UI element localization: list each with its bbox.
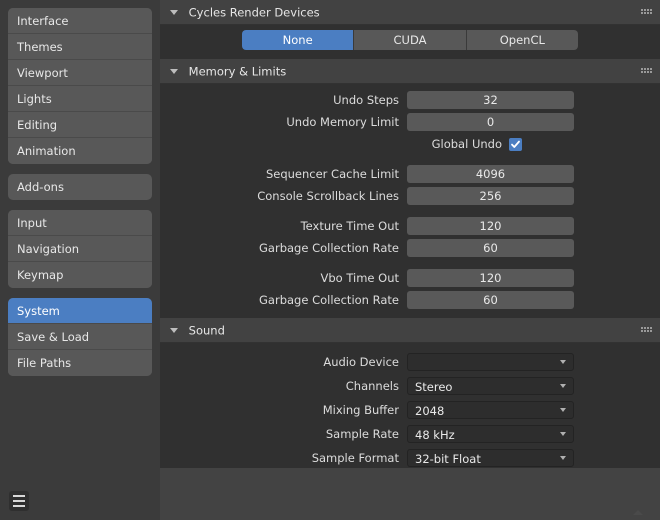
panel-header-sound[interactable]: Sound [160,318,660,343]
nav-group-system: System Save & Load File Paths [8,298,152,376]
row-sequencer-cache-limit: Sequencer Cache Limit 4096 [160,164,660,184]
panel-body-cycles: None CUDA OpenCL [160,25,660,59]
panel-body-memory: Undo Steps 32 Undo Memory Limit 0 Global… [160,84,660,318]
sidebar-item-navigation[interactable]: Navigation [8,236,152,262]
row-vbo-garbage-collection-rate: Garbage Collection Rate 60 [160,290,660,310]
sidebar-item-save-and-load[interactable]: Save & Load [8,324,152,350]
sidebar-item-input[interactable]: Input [8,210,152,236]
device-button-cuda[interactable]: CUDA [354,30,466,50]
label-undo-steps: Undo Steps [160,93,407,107]
content-footer-strip [160,468,660,520]
sidebar-item-editing[interactable]: Editing [8,112,152,138]
chevron-down-icon [560,432,567,436]
input-texture-garbage-collection-rate[interactable]: 60 [407,239,574,257]
label-channels: Channels [160,379,407,393]
chevron-down-icon [560,456,567,460]
select-channels[interactable]: Stereo [407,377,574,395]
panel-header-cycles-render-devices[interactable]: Cycles Render Devices [160,0,660,25]
row-console-scrollback-lines: Console Scrollback Lines 256 [160,186,660,206]
label-sample-format: Sample Format [160,451,407,465]
row-vbo-time-out: Vbo Time Out 120 [160,268,660,288]
label-global-undo: Global Undo [160,137,509,151]
sidebar-item-file-paths[interactable]: File Paths [8,350,152,376]
panel-title-sound: Sound [189,324,225,338]
input-texture-time-out[interactable]: 120 [407,217,574,235]
grip-dots-icon[interactable] [641,327,652,334]
label-console-scrollback-lines: Console Scrollback Lines [160,189,407,203]
preferences-sidebar: Interface Themes Viewport Lights Editing… [0,0,160,520]
render-device-toggle-group: None CUDA OpenCL [242,30,578,50]
panel-body-sound: Audio Device Channels Stereo Mixing Buff… [160,343,660,477]
chevron-down-icon [560,408,567,412]
row-channels: Channels Stereo [160,375,660,397]
preferences-window: Interface Themes Viewport Lights Editing… [0,0,660,520]
row-mixing-buffer: Mixing Buffer 2048 [160,399,660,421]
label-vbo-time-out: Vbo Time Out [160,271,407,285]
select-mixing-buffer[interactable]: 2048 [407,401,574,419]
row-sample-rate: Sample Rate 48 kHz [160,423,660,445]
label-mixing-buffer: Mixing Buffer [160,403,407,417]
select-mixing-buffer-value: 2048 [415,404,444,418]
label-undo-memory-limit: Undo Memory Limit [160,115,407,129]
grip-dots-icon[interactable] [641,68,652,75]
label-texture-time-out: Texture Time Out [160,219,407,233]
sidebar-item-lights[interactable]: Lights [8,86,152,112]
panel-title-cycles: Cycles Render Devices [189,6,320,20]
sidebar-item-system[interactable]: System [8,298,152,324]
panel-header-memory-and-limits[interactable]: Memory & Limits [160,59,660,84]
check-icon [510,139,521,150]
select-sample-rate-value: 48 kHz [415,428,455,442]
hamburger-bar [13,500,25,502]
nav-group-input: Input Navigation Keymap [8,210,152,288]
select-sample-rate[interactable]: 48 kHz [407,425,574,443]
input-vbo-time-out[interactable]: 120 [407,269,574,287]
sidebar-item-interface[interactable]: Interface [8,8,152,34]
sidebar-item-add-ons[interactable]: Add-ons [8,174,152,200]
select-channels-value: Stereo [415,380,452,394]
input-vbo-garbage-collection-rate[interactable]: 60 [407,291,574,309]
label-sequencer-cache-limit: Sequencer Cache Limit [160,167,407,181]
panel-title-memory: Memory & Limits [189,65,287,79]
row-texture-garbage-collection-rate: Garbage Collection Rate 60 [160,238,660,258]
label-audio-device: Audio Device [160,355,407,369]
device-button-none[interactable]: None [242,30,354,50]
hamburger-bar [13,505,25,507]
row-sample-format: Sample Format 32-bit Float [160,447,660,469]
row-undo-steps: Undo Steps 32 [160,90,660,110]
label-sample-rate: Sample Rate [160,427,407,441]
nav-group-addons: Add-ons [8,174,152,200]
row-undo-memory-limit: Undo Memory Limit 0 [160,112,660,132]
scroll-up-chevron-icon[interactable] [628,506,648,518]
input-console-scrollback-lines[interactable]: 256 [407,187,574,205]
input-undo-steps[interactable]: 32 [407,91,574,109]
preferences-content: Cycles Render Devices None CUDA OpenCL M… [160,0,660,520]
chevron-down-icon [560,360,567,364]
chevron-down-icon [170,10,178,15]
chevron-down-icon [170,328,178,333]
nav-group-general: Interface Themes Viewport Lights Editing… [8,8,152,164]
select-sample-format[interactable]: 32-bit Float [407,449,574,467]
input-undo-memory-limit[interactable]: 0 [407,113,574,131]
label-vbo-garbage-collection-rate: Garbage Collection Rate [160,293,407,307]
sidebar-item-animation[interactable]: Animation [8,138,152,164]
sidebar-item-themes[interactable]: Themes [8,34,152,60]
select-audio-device[interactable] [407,353,574,371]
chevron-down-icon [170,69,178,74]
device-button-opencl[interactable]: OpenCL [467,30,578,50]
sidebar-item-keymap[interactable]: Keymap [8,262,152,288]
row-global-undo: Global Undo [160,134,660,154]
hamburger-bar [13,495,25,497]
sidebar-item-viewport[interactable]: Viewport [8,60,152,86]
checkbox-global-undo[interactable] [509,138,522,151]
row-texture-time-out: Texture Time Out 120 [160,216,660,236]
row-audio-device: Audio Device [160,351,660,373]
chevron-down-icon [560,384,567,388]
render-device-toggle-row: None CUDA OpenCL [160,25,660,57]
label-texture-garbage-collection-rate: Garbage Collection Rate [160,241,407,255]
input-sequencer-cache-limit[interactable]: 4096 [407,165,574,183]
select-sample-format-value: 32-bit Float [415,452,481,466]
hamburger-menu-icon[interactable] [9,491,29,511]
grip-dots-icon[interactable] [641,9,652,16]
